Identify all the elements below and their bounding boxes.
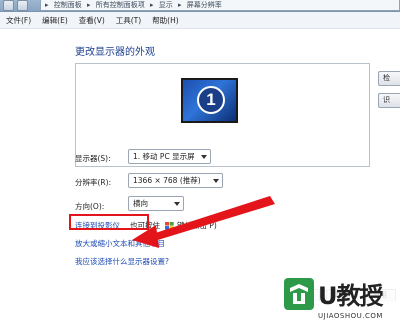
resolution-label: 分辨率(R): [75,178,112,187]
orientation-select[interactable]: 横向 [128,196,184,211]
display-label: 显示器(S): [75,154,111,163]
menu-edit[interactable]: 编辑(E) [42,15,68,26]
breadcrumb-display[interactable]: 显示 [159,1,173,9]
text-size-link[interactable]: 放大或缩小文本和其他项目 [75,238,165,249]
window-titlebar: ▸ 控制面板 ▸ 所有控制面板项 ▸ 显示 ▸ 屏幕分辨率 [0,0,400,12]
breadcrumb-resolution[interactable]: 屏幕分辨率 [187,1,222,9]
display-preview-panel: 1 [75,63,370,167]
projector-hint-text: 也可按住 [130,221,160,230]
resolution-select-value: 1366 × 768 (推荐) [133,176,201,185]
menu-bar: 文件(F) 编辑(E) 查看(V) 工具(T) 帮助(H) [0,12,400,29]
windows-key-icon [165,222,174,230]
orientation-select-value: 横向 [133,199,148,208]
dropdown-caret-icon [201,155,207,159]
watermark-logo-icon [284,278,314,310]
breadcrumb-control-panel[interactable]: 控制面板 [54,1,82,9]
menu-file[interactable]: 文件(F) [6,15,31,26]
menu-view[interactable]: 查看(V) [79,15,105,26]
connect-projector-link[interactable]: 连接到投影仪 [75,220,120,231]
display-settings-help-link[interactable]: 我应该选择什么显示器设置? [75,256,169,267]
menu-help[interactable]: 帮助(H) [152,15,179,26]
watermark: U教授 UJIAOSHOU.COM [278,272,400,329]
dropdown-caret-icon [213,179,219,183]
key-hint-text: 键并点击 P) [177,221,217,230]
orientation-label: 方向(O): [75,202,105,211]
back-button[interactable] [3,0,14,11]
display-select[interactable]: 1. 移动 PC 显示屏 [128,149,211,164]
watermark-text: U教授 [318,282,383,310]
menu-tools[interactable]: 工具(T) [116,15,141,26]
page-title: 更改显示器的外观 [75,47,155,58]
breadcrumb-all-items[interactable]: 所有控制面板项 [96,1,145,9]
monitor-number-badge: 1 [197,86,225,114]
display-select-value: 1. 移动 PC 显示屏 [133,152,195,161]
detect-button[interactable]: 检 [378,71,400,86]
identify-button[interactable]: 识 [378,93,400,108]
resolution-select[interactable]: 1366 × 768 (推荐) [128,173,223,188]
address-bar[interactable]: ▸ 控制面板 ▸ 所有控制面板项 ▸ 显示 ▸ 屏幕分辨率 [40,0,400,11]
monitor-icon[interactable]: 1 [181,78,238,123]
watermark-url: UJIAOSHOU.COM [318,312,383,320]
dropdown-caret-icon [174,202,180,206]
forward-button[interactable] [17,0,28,11]
